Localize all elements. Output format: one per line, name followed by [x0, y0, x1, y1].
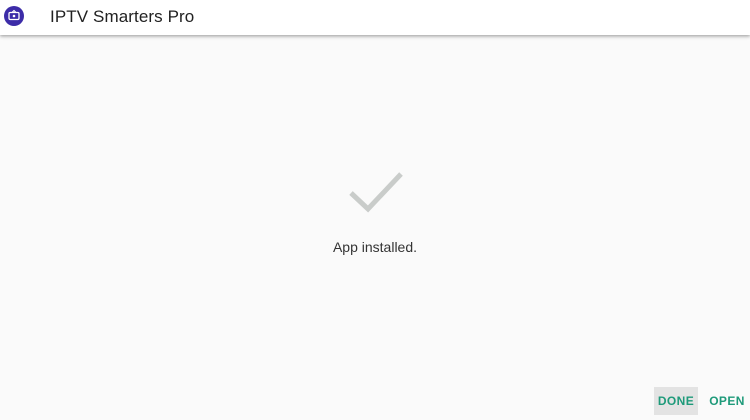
check-icon	[349, 172, 403, 213]
app-title: IPTV Smarters Pro	[50, 7, 195, 26]
app-bar: IPTV Smarters Pro	[0, 0, 750, 35]
app-logo-icon	[4, 6, 24, 26]
open-button[interactable]: OPEN	[706, 387, 748, 415]
done-button[interactable]: DONE	[654, 387, 698, 415]
install-status-panel	[0, 35, 750, 420]
install-status-text: App installed.	[332, 239, 418, 255]
